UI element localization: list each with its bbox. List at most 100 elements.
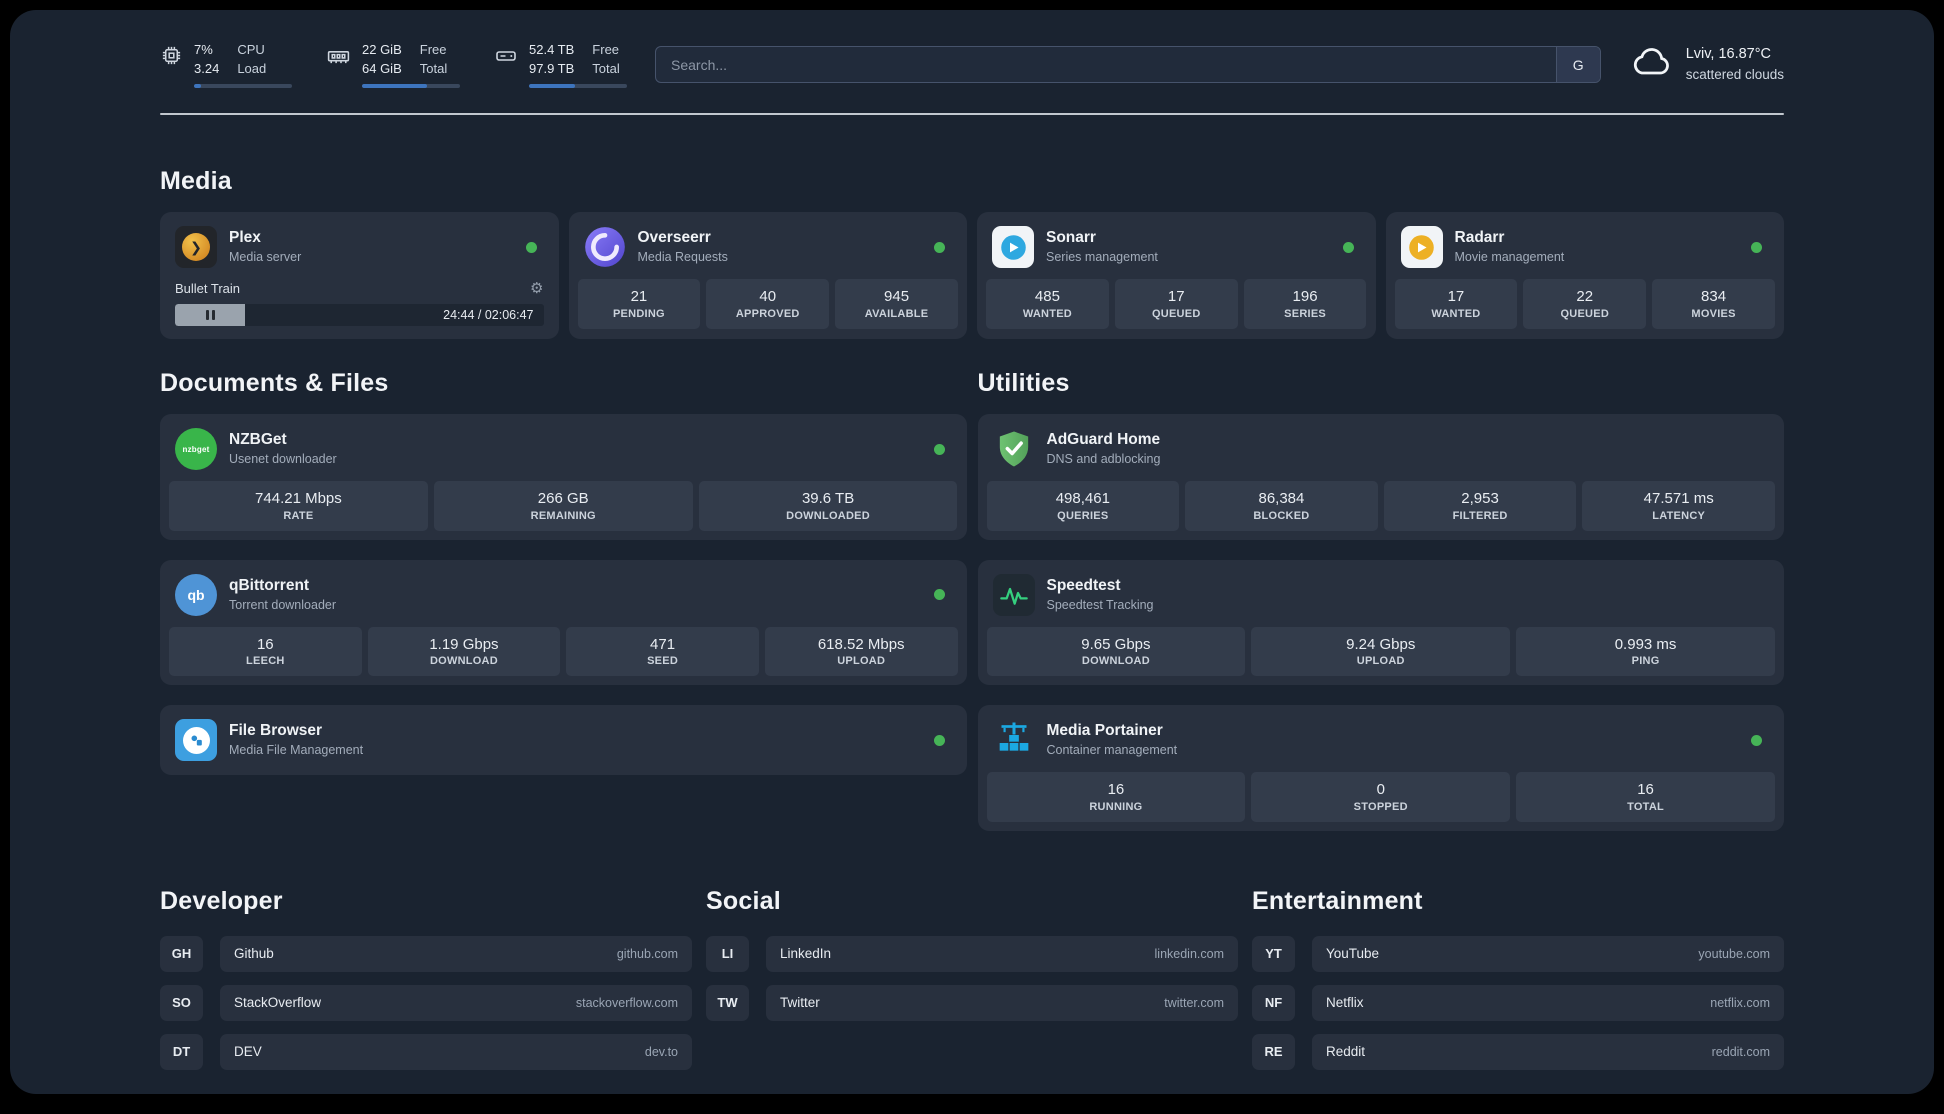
section-social: Social LI LinkedIn linkedin.com TW Twitt… — [706, 887, 1238, 1021]
sonarr-icon — [992, 226, 1034, 268]
stat-box: 16 LEECH — [169, 626, 362, 676]
stat-box: 485 WANTED — [986, 279, 1109, 329]
status-dot — [933, 589, 945, 600]
section-utilities: Utilities AdGuard Home DNS and adblockin… — [977, 369, 1784, 831]
app-name: AdGuard Home — [1046, 431, 1161, 449]
bookmark-abbr: GH — [160, 935, 203, 972]
pause-icon[interactable] — [205, 310, 215, 320]
bookmark-abbr: TW — [706, 984, 749, 1021]
bookmark-abbr: YT — [1252, 935, 1295, 972]
bookmark-linkedin[interactable]: LI LinkedIn linkedin.com — [706, 935, 1238, 972]
social-section-title: Social — [706, 886, 781, 915]
stat-box: 47.571 ms LATENCY — [1582, 481, 1775, 531]
app-card-radarr[interactable]: Radarr Movie management 17 WANTED 22 QUE… — [1385, 212, 1784, 339]
bookmark-netflix[interactable]: NF Netflix netflix.com — [1252, 984, 1784, 1021]
bookmark-abbr: NF — [1252, 984, 1295, 1021]
app-card-overseerr[interactable]: Overseerr Media Requests 21 PENDING 40 A… — [568, 212, 967, 339]
app-desc: DNS and adblocking — [1046, 452, 1161, 467]
status-dot — [933, 734, 945, 746]
app-desc: Torrent downloader — [229, 597, 337, 612]
app-card-qbittorrent[interactable]: qb qBittorrent Torrent downloader 16 LEE… — [160, 559, 967, 685]
bookmark-dev[interactable]: DT DEV dev.to — [160, 1033, 692, 1070]
app-name: Radarr — [1454, 229, 1505, 247]
bookmark-stackoverflow[interactable]: SO StackOverflow stackoverflow.com — [160, 984, 692, 1021]
bookmark-pill: Reddit reddit.com — [1312, 1033, 1784, 1070]
bookmark-abbr: DT — [160, 1033, 203, 1070]
section-entertainment: Entertainment YT YouTube youtube.com NF … — [1252, 887, 1784, 1070]
system-stats: 7% 3.24 CPU Load 22 GiB 64 GiB Free Tota… — [160, 41, 627, 88]
stat-box: 17 QUEUED — [1114, 279, 1238, 329]
search-bar: G — [655, 46, 1601, 83]
app-name: Media Portainer — [1046, 722, 1163, 740]
status-dot — [934, 241, 945, 253]
stat-box: 945 AVAILABLE — [835, 279, 958, 329]
bookmark-youtube[interactable]: YT YouTube youtube.com — [1252, 935, 1784, 972]
memory-widget: 22 GiB 64 GiB Free Total — [326, 41, 460, 88]
nzbget-icon: nzbget — [175, 428, 217, 470]
app-card-adguard[interactable]: AdGuard Home DNS and adblocking 498,461 … — [977, 414, 1784, 540]
app-card-portainer[interactable]: Media Portainer Container management 16 … — [977, 705, 1784, 831]
app-card-sonarr[interactable]: Sonarr Series management 485 WANTED 17 Q… — [977, 212, 1376, 339]
stat-box: 39.6 TB DOWNLOADED — [698, 481, 958, 531]
app-card-speedtest[interactable]: Speedtest Speedtest Tracking 9.65 Gbps D… — [977, 559, 1784, 685]
entertainment-section-title: Entertainment — [1252, 886, 1423, 915]
disk-widget: 52.4 TB 97.9 TB Free Total — [494, 41, 627, 88]
app-name: Overseerr — [637, 229, 711, 247]
stat-box: 834 MOVIES — [1652, 279, 1775, 329]
cpu-percent: 7% — [194, 42, 213, 58]
bookmark-github[interactable]: GH Github github.com — [160, 935, 692, 972]
speedtest-icon — [992, 573, 1035, 616]
stat-box: 471 SEED — [566, 626, 759, 676]
bookmark-abbr: SO — [160, 984, 203, 1021]
disk-total-value: 97.9 TB — [529, 60, 575, 76]
bookmark-pill: YouTube youtube.com — [1312, 935, 1784, 972]
stat-box: 744.21 Mbps RATE — [169, 481, 428, 531]
bookmark-reddit[interactable]: RE Reddit reddit.com — [1252, 1033, 1784, 1070]
weather-condition: scattered clouds — [1685, 67, 1784, 83]
topbar-divider — [160, 113, 1784, 115]
app-card-filebrowser[interactable]: File Browser Media File Management — [160, 705, 967, 775]
playback-progress-bar[interactable]: 24:44 / 02:06:47 — [175, 304, 544, 326]
bookmark-twitter[interactable]: TW Twitter twitter.com — [706, 984, 1238, 1021]
stat-box: 40 APPROVED — [706, 279, 830, 329]
weather-widget: Lviv, 16.87°C scattered clouds — [1629, 40, 1784, 89]
status-dot — [525, 241, 537, 253]
stat-box: 9.65 Gbps DOWNLOAD — [986, 626, 1246, 676]
topbar: 7% 3.24 CPU Load 22 GiB 64 GiB Free Tota… — [160, 40, 1784, 89]
cpu-widget: 7% 3.24 CPU Load — [160, 41, 292, 88]
cpu-label: CPU — [237, 42, 265, 58]
stat-box: 2,953 FILTERED — [1383, 481, 1577, 531]
status-dot — [1342, 241, 1354, 253]
stat-box: 17 WANTED — [1394, 279, 1518, 329]
app-card-nzbget[interactable]: nzbget NZBGet Usenet downloader 744.21 M… — [160, 414, 967, 540]
gear-icon[interactable]: ⚙ — [530, 279, 543, 297]
stat-box: 196 SERIES — [1243, 279, 1367, 329]
app-desc: Movie management — [1454, 250, 1565, 265]
app-desc: Media Requests — [637, 250, 728, 265]
memory-progress-bar — [362, 83, 460, 88]
playback-time: 24:44 / 02:06:47 — [443, 308, 534, 322]
search-input[interactable] — [656, 47, 1556, 82]
app-name: Sonarr — [1046, 229, 1096, 247]
app-name: NZBGet — [229, 431, 287, 449]
app-desc: Speedtest Tracking — [1046, 597, 1154, 612]
qbittorrent-icon: qb — [175, 573, 217, 616]
bookmark-pill: Twitter twitter.com — [766, 984, 1238, 1021]
stat-box: 498,461 QUERIES — [986, 481, 1180, 531]
app-desc: Series management — [1046, 250, 1158, 265]
stat-box: 22 QUEUED — [1523, 279, 1647, 329]
stat-box: 1.19 Gbps DOWNLOAD — [367, 626, 561, 676]
stat-box: 16 RUNNING — [986, 772, 1246, 822]
memory-free-label: Free — [419, 42, 447, 58]
memory-icon — [326, 44, 351, 74]
disk-icon — [494, 44, 518, 73]
app-card-plex[interactable]: ❯ Plex Media server Bullet Train ⚙ 24:44… — [160, 212, 559, 339]
disk-total-label: Total — [592, 60, 620, 76]
app-desc: Container management — [1046, 743, 1178, 758]
bookmark-pill: StackOverflow stackoverflow.com — [220, 984, 692, 1021]
bookmark-pill: Github github.com — [220, 935, 692, 972]
developer-section-title: Developer — [160, 886, 283, 915]
search-engine-button[interactable]: G — [1555, 47, 1600, 82]
stat-box: 618.52 Mbps UPLOAD — [764, 626, 958, 676]
portainer-icon — [993, 719, 1035, 761]
